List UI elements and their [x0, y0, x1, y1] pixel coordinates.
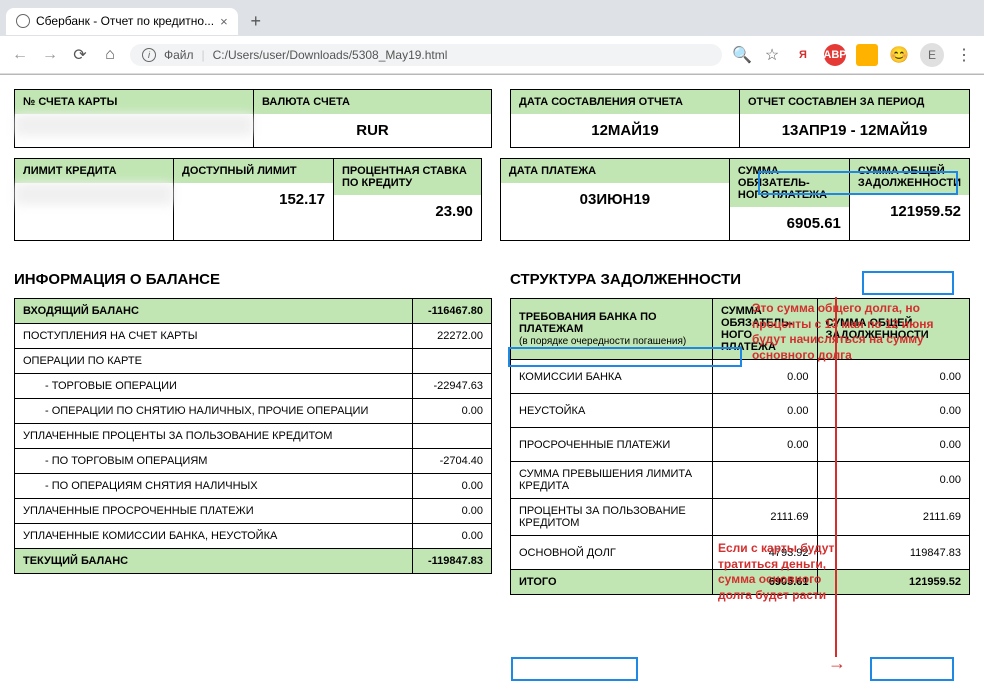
report-date-header: ДАТА СОСТАВЛЕНИЯ ОТЧЕТА [511, 90, 739, 114]
avail-limit-header: ДОСТУПНЫЙ ЛИМИТ [174, 159, 333, 183]
mandatory-pay-header: СУММА ОБЯЗАТЕЛЬ- НОГО ПЛАТЕЖА [730, 159, 849, 207]
home-button[interactable]: ⌂ [100, 46, 120, 64]
close-icon[interactable]: × [220, 14, 228, 29]
rate-header: ПРОЦЕНТНАЯ СТАВКА ПО КРЕДИТУ [334, 159, 481, 195]
browser-toolbar: ← → ⟳ ⌂ i Файл | C:/Users/user/Downloads… [0, 36, 984, 74]
table-row-value: -22947.63 [412, 374, 491, 399]
pay-date-header: ДАТА ПЛАТЕЖА [501, 159, 729, 183]
table-row-value [412, 424, 491, 449]
report-period-header: ОТЧЕТ СОСТАВЛЕН ЗА ПЕРИОД [740, 90, 969, 114]
table-row-value: 0.00 [412, 499, 491, 524]
total-debt-header: СУММА ОБЩЕЙ ЗАДОЛЖЕННОСТИ [850, 159, 969, 195]
table-cell: ПРОСРОЧЕННЫЕ ПЛАТЕЖИ [511, 428, 713, 462]
table-footer: 121959.52 [817, 570, 969, 595]
report-page: № СЧЕТА КАРТЫ ВАЛЮТА СЧЕТА RUR ДАТА СОСТ… [0, 75, 984, 609]
url-text: C:/Users/user/Downloads/5308_May19.html [213, 48, 448, 62]
arrow-icon: → [828, 653, 846, 674]
table-cell: 2111.69 [817, 499, 969, 536]
table-row-label: - ПО ТОРГОВЫМ ОПЕРАЦИЯМ [15, 449, 413, 474]
table-row-value: 0.00 [412, 474, 491, 499]
table-cell: 0.00 [817, 360, 969, 394]
table-row-label: ВХОДЯЩИЙ БАЛАНС [15, 299, 413, 324]
balance-table: ВХОДЯЩИЙ БАЛАНС-116467.80ПОСТУПЛЕНИЯ НА … [14, 298, 492, 574]
info-icon: i [142, 48, 156, 62]
table-cell: 0.00 [712, 394, 817, 428]
yandex-icon[interactable]: Я [792, 44, 814, 66]
pay-date-value: 03ИЮН19 [501, 183, 729, 216]
table-cell: 0.00 [712, 360, 817, 394]
table-row-label: УПЛАЧЕННЫЕ ПРОСРОЧЕННЫЕ ПЛАТЕЖИ [15, 499, 413, 524]
table-row-label: - ОПЕРАЦИИ ПО СНЯТИЮ НАЛИЧНЫХ, ПРОЧИЕ ОП… [15, 399, 413, 424]
table-footer: ИТОГО [511, 570, 713, 595]
table-row-value: 0.00 [412, 524, 491, 549]
table-row-label: УПЛАЧЕННЫЕ КОМИССИИ БАНКА, НЕУСТОЙКА [15, 524, 413, 549]
card-number-value [15, 114, 253, 136]
table-row-label: УПЛАЧЕННЫЕ ПРОЦЕНТЫ ЗА ПОЛЬЗОВАНИЕ КРЕДИ… [15, 424, 413, 449]
annotation-box [511, 657, 638, 681]
table-row-label: - ПО ОПЕРАЦИЯМ СНЯТИЯ НАЛИЧНЫХ [15, 474, 413, 499]
table-row-value: -119847.83 [412, 549, 491, 574]
table-cell: 0.00 [712, 428, 817, 462]
balance-title: ИНФОРМАЦИЯ О БАЛАНСЕ [14, 271, 492, 288]
report-period-value: 13АПР19 - 12МАЙ19 [740, 114, 969, 147]
new-tab-button[interactable]: + [242, 7, 270, 35]
extensions: Я ABP 😊 [792, 44, 910, 66]
annotation-note-1: Это сумма общего долга, но проценты с 13… [752, 301, 962, 363]
tab-bar: Сбербанк - Отчет по кредитно... × + [0, 0, 984, 36]
report-date-value: 12МАЙ19 [511, 114, 739, 147]
zoom-icon[interactable]: 🔍 [732, 45, 752, 65]
debt-title: СТРУКТУРА ЗАДОЛЖЕННОСТИ [510, 271, 970, 288]
table-cell: СУММА ПРЕВЫШЕНИЯ ЛИМИТА КРЕДИТА [511, 462, 713, 499]
table-cell: 0.00 [817, 462, 969, 499]
table-cell: НЕУСТОЙКА [511, 394, 713, 428]
browser-tab[interactable]: Сбербанк - Отчет по кредитно... × [6, 8, 238, 35]
card-number-header: № СЧЕТА КАРТЫ [15, 90, 253, 114]
total-debt-value: 121959.52 [850, 195, 969, 228]
table-cell: 0.00 [817, 428, 969, 462]
menu-button[interactable]: ⋮ [954, 45, 974, 65]
table-header: ТРЕБОВАНИЯ БАНКА ПО ПЛАТЕЖАМ(в порядке о… [511, 299, 713, 360]
table-cell: ПРОЦЕНТЫ ЗА ПОЛЬЗОВАНИЕ КРЕДИТОМ [511, 499, 713, 536]
emoji-icon[interactable]: 😊 [888, 44, 910, 66]
table-cell: 0.00 [817, 394, 969, 428]
star-icon[interactable]: ☆ [762, 45, 782, 65]
reload-button[interactable]: ⟳ [70, 45, 90, 65]
address-bar[interactable]: i Файл | C:/Users/user/Downloads/5308_Ma… [130, 44, 722, 66]
table-cell: КОМИССИИ БАНКА [511, 360, 713, 394]
table-row-value: 22272.00 [412, 324, 491, 349]
header-row-2: ЛИМИТ КРЕДИТА ДОСТУПНЫЙ ЛИМИТ 152.17 ПРО… [14, 158, 970, 241]
annotation-box [870, 657, 954, 681]
table-row-value: -2704.40 [412, 449, 491, 474]
table-row-value: -116467.80 [412, 299, 491, 324]
credit-limit-header: ЛИМИТ КРЕДИТА [15, 159, 173, 183]
avatar[interactable]: E [920, 43, 944, 67]
table-cell [712, 462, 817, 499]
table-cell: 2111.69 [712, 499, 817, 536]
table-cell: 119847.83 [817, 536, 969, 570]
annotation-note-2: Если с карты будут тратиться деньги, сум… [718, 541, 836, 603]
table-row-value: 0.00 [412, 399, 491, 424]
table-row-label: ОПЕРАЦИИ ПО КАРТЕ [15, 349, 413, 374]
extension-icon[interactable] [856, 44, 878, 66]
table-cell: ОСНОВНОЙ ДОЛГ [511, 536, 713, 570]
table-row-label: ТЕКУЩИЙ БАЛАНС [15, 549, 413, 574]
table-row-label: - ТОРГОВЫЕ ОПЕРАЦИИ [15, 374, 413, 399]
globe-icon [16, 14, 30, 28]
back-button[interactable]: ← [10, 46, 30, 64]
file-label: Файл [164, 48, 194, 62]
header-row-1: № СЧЕТА КАРТЫ ВАЛЮТА СЧЕТА RUR ДАТА СОСТ… [14, 89, 970, 148]
tab-title: Сбербанк - Отчет по кредитно... [36, 14, 214, 28]
browser-chrome: Сбербанк - Отчет по кредитно... × + ← → … [0, 0, 984, 75]
avail-limit-value: 152.17 [174, 183, 333, 216]
table-row-label: ПОСТУПЛЕНИЯ НА СЧЕТ КАРТЫ [15, 324, 413, 349]
mandatory-pay-value: 6905.61 [730, 207, 849, 240]
table-row-value [412, 349, 491, 374]
currency-header: ВАЛЮТА СЧЕТА [254, 90, 491, 114]
credit-limit-value [15, 183, 173, 205]
currency-value: RUR [254, 114, 491, 147]
adblock-icon[interactable]: ABP [824, 44, 846, 66]
forward-button[interactable]: → [40, 46, 60, 64]
rate-value: 23.90 [334, 195, 481, 228]
